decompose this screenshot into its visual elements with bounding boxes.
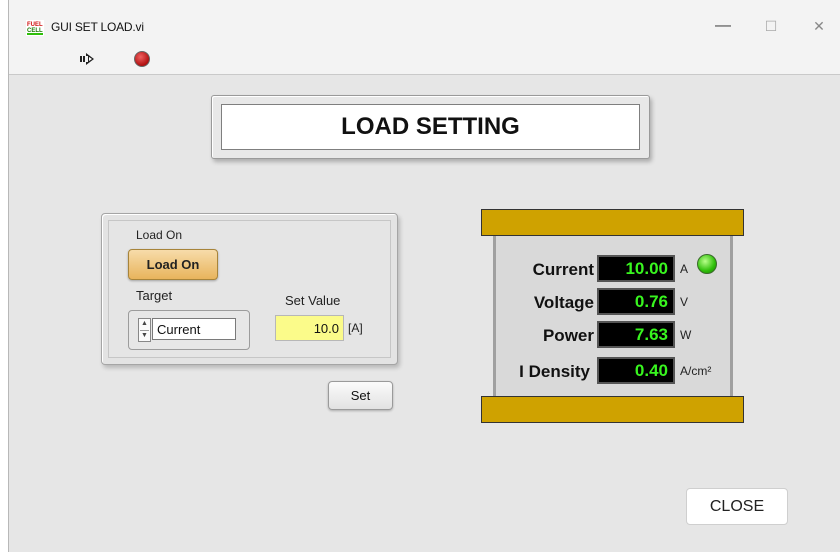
i-density-label: I Density — [519, 362, 590, 381]
abort-stop-icon[interactable] — [134, 51, 150, 67]
set-value-label: Set Value — [285, 293, 341, 308]
title-bar: FUEL CELL GUI SET LOAD.vi — ☐ ✕ — [9, 0, 840, 46]
voltage-label: Voltage — [533, 293, 594, 312]
load-on-label: Load On — [136, 228, 183, 242]
set-value-field[interactable]: 10.0 — [275, 315, 344, 341]
power-value: 7.63 — [597, 321, 675, 348]
window-title: GUI SET LOAD.vi — [51, 20, 144, 34]
fuel-cell-top-plate — [481, 209, 744, 236]
load-on-button[interactable]: Load On — [128, 249, 218, 280]
i-density-unit: A/cm² — [680, 364, 712, 378]
title-frame: LOAD SETTING — [211, 95, 650, 159]
voltage-unit: V — [680, 295, 689, 309]
fuel-cell-app-icon: FUEL CELL — [26, 20, 44, 36]
minimize-button[interactable]: — — [703, 12, 743, 40]
current-unit: A — [680, 262, 689, 276]
fuel-cell-bottom-plate — [481, 396, 744, 423]
current-value: 10.00 — [597, 255, 675, 282]
page-title: LOAD SETTING — [221, 104, 640, 150]
power-unit: W — [680, 328, 692, 342]
target-ring-control: ▲ ▼ Current — [128, 310, 250, 350]
target-label: Target — [136, 288, 173, 303]
status-led-icon — [697, 254, 717, 274]
target-field[interactable]: Current — [152, 318, 236, 340]
power-label: Power — [542, 326, 594, 345]
i-density-value: 0.40 — [597, 357, 675, 384]
close-button[interactable]: CLOSE — [686, 488, 788, 525]
run-arrow-icon[interactable] — [79, 50, 99, 68]
set-button[interactable]: Set — [328, 381, 393, 410]
current-label: Current — [532, 260, 594, 279]
set-value-unit: [A] — [348, 321, 363, 335]
close-window-button[interactable]: ✕ — [799, 12, 839, 40]
toolbar — [9, 46, 840, 75]
maximize-button[interactable]: ☐ — [751, 12, 791, 40]
voltage-value: 0.76 — [597, 288, 675, 315]
spin-down-icon[interactable]: ▼ — [140, 330, 149, 341]
target-spinner[interactable]: ▲ ▼ — [138, 318, 151, 342]
spin-up-icon[interactable]: ▲ — [140, 319, 149, 329]
